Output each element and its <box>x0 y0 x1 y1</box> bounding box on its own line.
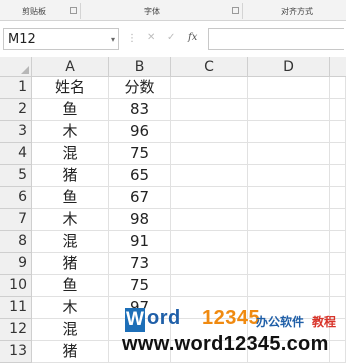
cell-b2[interactable]: 83 <box>109 99 171 121</box>
clipboard-launcher-icon[interactable] <box>70 7 77 14</box>
cell-b3[interactable]: 96 <box>109 121 171 143</box>
row-header[interactable]: 12 <box>0 319 32 341</box>
watermark-url: www.word12345.com <box>122 333 329 355</box>
cell-d1[interactable] <box>248 77 330 99</box>
cell-d5[interactable] <box>248 165 330 187</box>
cell-d7[interactable] <box>248 209 330 231</box>
row-header[interactable]: 2 <box>0 99 32 121</box>
cell-a7[interactable]: 木 <box>32 209 109 231</box>
cell-c10[interactable] <box>171 275 248 297</box>
cell-a8[interactable]: 混 <box>32 231 109 253</box>
row-header[interactable]: 9 <box>0 253 32 275</box>
watermark-tagline-part1: 办公软件 <box>256 315 305 329</box>
row-header[interactable]: 3 <box>0 121 32 143</box>
watermark-brand-part2: 12345 <box>202 307 261 329</box>
row-header[interactable]: 8 <box>0 231 32 253</box>
cell-d4[interactable] <box>248 143 330 165</box>
insert-function-icon[interactable]: fx <box>188 32 197 43</box>
formula-bar-grip-icon: ⋮ <box>127 33 137 44</box>
cell-a2[interactable]: 鱼 <box>32 99 109 121</box>
row-header[interactable]: 6 <box>0 187 32 209</box>
formula-bar: M12 ▾ ⋮ ✕ ✓ fx <box>0 21 346 58</box>
ribbon-group-alignment: 对齐方式 <box>281 7 313 16</box>
cell-d6[interactable] <box>248 187 330 209</box>
name-box[interactable]: M12 ▾ <box>3 28 119 50</box>
cell-e4[interactable] <box>330 143 346 165</box>
column-header-a[interactable]: A <box>32 57 109 77</box>
cell-d9[interactable] <box>248 253 330 275</box>
cell-c2[interactable] <box>171 99 248 121</box>
cell-a5[interactable]: 猪 <box>32 165 109 187</box>
cell-b8[interactable]: 91 <box>109 231 171 253</box>
cell-c5[interactable] <box>171 165 248 187</box>
column-header-c[interactable]: C <box>171 57 248 77</box>
cell-d10[interactable] <box>248 275 330 297</box>
cell-d3[interactable] <box>248 121 330 143</box>
enter-icon[interactable]: ✓ <box>167 32 175 43</box>
cell-c7[interactable] <box>171 209 248 231</box>
ribbon-group-font: 字体 <box>144 7 160 16</box>
cell-b5[interactable]: 65 <box>109 165 171 187</box>
cell-b4[interactable]: 75 <box>109 143 171 165</box>
ribbon-group-labels: 剪贴板 字体 对齐方式 <box>0 0 346 21</box>
cell-e1[interactable] <box>330 77 346 99</box>
cell-a11[interactable]: 木 <box>32 297 109 319</box>
cell-a10[interactable]: 鱼 <box>32 275 109 297</box>
cell-e3[interactable] <box>330 121 346 143</box>
row-header[interactable]: 10 <box>0 275 32 297</box>
cell-b10[interactable]: 75 <box>109 275 171 297</box>
formula-input[interactable] <box>208 28 344 50</box>
cell-e8[interactable] <box>330 231 346 253</box>
cancel-icon[interactable]: ✕ <box>147 32 155 43</box>
cell-a6[interactable]: 鱼 <box>32 187 109 209</box>
cell-a9[interactable]: 猪 <box>32 253 109 275</box>
cell-a3[interactable]: 木 <box>32 121 109 143</box>
cell-d2[interactable] <box>248 99 330 121</box>
cell-d8[interactable] <box>248 231 330 253</box>
ribbon-separator <box>80 3 81 19</box>
cell-e5[interactable] <box>330 165 346 187</box>
row-header[interactable]: 11 <box>0 297 32 319</box>
cell-e7[interactable] <box>330 209 346 231</box>
cell-b6[interactable]: 67 <box>109 187 171 209</box>
cell-e9[interactable] <box>330 253 346 275</box>
column-header-e-partial[interactable] <box>330 57 346 77</box>
row-header[interactable]: 7 <box>0 209 32 231</box>
cell-e2[interactable] <box>330 99 346 121</box>
watermark-logo: W <box>125 308 145 332</box>
cell-c8[interactable] <box>171 231 248 253</box>
select-all-triangle-icon <box>21 66 29 74</box>
column-header-b[interactable]: B <box>109 57 171 77</box>
ribbon-separator <box>242 3 243 19</box>
row-header[interactable]: 1 <box>0 77 32 99</box>
cell-b1[interactable]: 分数 <box>109 77 171 99</box>
chevron-down-icon[interactable]: ▾ <box>111 35 115 44</box>
watermark-tagline-part2: 教程 <box>312 315 337 329</box>
watermark-brand-part1: ord <box>147 307 181 329</box>
cell-c4[interactable] <box>171 143 248 165</box>
ribbon-group-clipboard: 剪贴板 <box>22 7 46 16</box>
font-launcher-icon[interactable] <box>232 7 239 14</box>
cell-b7[interactable]: 98 <box>109 209 171 231</box>
cell-c1[interactable] <box>171 77 248 99</box>
cell-e10[interactable] <box>330 275 346 297</box>
column-header-d[interactable]: D <box>248 57 330 77</box>
cell-c6[interactable] <box>171 187 248 209</box>
cell-b9[interactable]: 73 <box>109 253 171 275</box>
select-all-button[interactable] <box>0 57 32 77</box>
cell-e6[interactable] <box>330 187 346 209</box>
cell-a4[interactable]: 混 <box>32 143 109 165</box>
cell-c9[interactable] <box>171 253 248 275</box>
cell-a12[interactable]: 混 <box>32 319 109 341</box>
cell-a1[interactable]: 姓名 <box>32 77 109 99</box>
row-header[interactable]: 5 <box>0 165 32 187</box>
cell-c3[interactable] <box>171 121 248 143</box>
name-box-value: M12 <box>8 32 36 47</box>
row-header[interactable]: 4 <box>0 143 32 165</box>
watermark: W ord 12345 办公软件 教程 www.word12345.com <box>120 303 346 360</box>
